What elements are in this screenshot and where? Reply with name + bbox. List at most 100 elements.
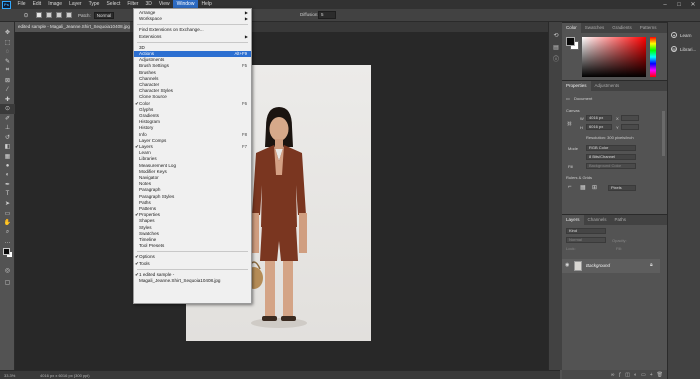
info-panel-icon[interactable]: ⓘ <box>552 56 560 64</box>
layer-row[interactable]: ◉ Background 🔒︎ <box>562 259 660 273</box>
rulers-grids-heading[interactable]: Rulers & Grids <box>566 175 592 180</box>
quick-mask-icon[interactable]: ◎ <box>0 266 15 276</box>
patch-tool-icon[interactable]: ⊙ <box>20 11 32 20</box>
document-info[interactable]: 4016 px x 6016 px (300 ppi) <box>40 373 90 378</box>
maximize-icon[interactable]: □ <box>672 0 686 9</box>
stamp-tool-icon[interactable]: ⊥ <box>0 123 15 133</box>
resolution-text: Resolution: 300 pixels/inch <box>586 135 634 140</box>
zoom-level[interactable]: 33.3% <box>4 373 15 378</box>
new-layer-icon[interactable]: + <box>650 372 653 378</box>
foreground-swatch[interactable] <box>566 37 575 46</box>
x-field[interactable] <box>621 115 639 121</box>
width-field[interactable]: 4016 px <box>586 115 612 121</box>
patch-mode-select[interactable]: Normal <box>93 11 114 19</box>
frame-tool-icon[interactable]: ⊠ <box>0 76 15 86</box>
pen-tool-icon[interactable]: ✒ <box>0 180 15 190</box>
delete-layer-icon[interactable]: 🗑︎ <box>657 372 663 378</box>
more-tools-icon[interactable]: … <box>0 237 15 247</box>
document-tab[interactable]: edited sample - Magali_Jeanne.Shirt_Sequ… <box>15 22 130 32</box>
ruler-icon[interactable]: ⌐ <box>568 184 572 190</box>
y-field[interactable] <box>621 124 639 130</box>
close-icon[interactable]: ✕ <box>686 0 700 9</box>
canvas-area[interactable] <box>15 32 560 370</box>
properties-scrollbar[interactable] <box>662 111 665 156</box>
window-menu-item-1-edited-sample-magali-jeanne-shirt-sequoia10408-jpg[interactable]: 1 edited sample - Magali_Jeanne.Shirt_Se… <box>134 272 251 283</box>
layer-filter-select[interactable]: Kind <box>566 228 606 234</box>
patch-tool-icon[interactable]: ⊙ <box>0 104 15 114</box>
menu-type[interactable]: Type <box>85 0 103 9</box>
gradient-tool-icon[interactable]: ▦ <box>0 152 15 162</box>
menu-file[interactable]: File <box>14 0 29 9</box>
menu-layer[interactable]: Layer <box>66 0 86 9</box>
height-field[interactable]: 6016 px <box>586 124 612 130</box>
tab-patterns[interactable]: Patterns <box>636 23 661 33</box>
menu-image[interactable]: Image <box>45 0 66 9</box>
intersect-selection-icon[interactable] <box>66 12 72 18</box>
layers-footer: ∞ ƒ ◫ ◐ ▭ + 🗑︎ <box>562 370 667 379</box>
canvas-heading[interactable]: Canvas <box>566 108 580 113</box>
dodge-tool-icon[interactable]: ◐ <box>0 171 15 181</box>
hue-slider[interactable] <box>650 37 656 77</box>
marquee-tool-icon[interactable]: ⬚ <box>0 38 15 48</box>
hand-tool-icon[interactable]: ✋ <box>0 218 15 228</box>
link-icon[interactable]: ⛓ <box>567 121 572 126</box>
crop-tool-icon[interactable]: ⌗ <box>0 66 15 76</box>
layer-name[interactable]: Background <box>586 263 610 268</box>
layer-comps-icon[interactable]: ▤ <box>552 44 560 52</box>
move-tool-icon[interactable]: ✥ <box>0 28 15 38</box>
tab-gradients[interactable]: Gradients <box>608 23 636 33</box>
layers-panel-tabs: Layers Channels Paths <box>562 215 667 225</box>
screen-mode-icon[interactable]: ▢ <box>0 278 15 288</box>
units-select[interactable]: Pixels <box>608 185 636 191</box>
lasso-tool-icon[interactable]: ◌ <box>0 47 15 57</box>
blur-tool-icon[interactable]: ● <box>0 161 15 171</box>
menu-item-label: Find Extensions on Exchange... <box>139 27 204 33</box>
menu-select[interactable]: Select <box>103 0 124 9</box>
window-menu-item-tools[interactable]: Tools ✔ <box>134 261 251 267</box>
tab-color[interactable]: Color <box>562 23 581 33</box>
rectangle-tool-icon[interactable]: ▭ <box>0 209 15 219</box>
add-selection-icon[interactable] <box>46 12 52 18</box>
quick-select-tool-icon[interactable]: ✎ <box>0 57 15 67</box>
photoshop-logo[interactable]: Ps <box>2 0 11 9</box>
history-panel-icon[interactable]: ⟲ <box>552 32 560 40</box>
new-group-icon[interactable]: ▭ <box>641 372 646 378</box>
libraries-panel-button[interactable]: ▤ Librari... <box>671 46 696 52</box>
brush-tool-icon[interactable]: ✐ <box>0 114 15 124</box>
tab-channels[interactable]: Channels <box>584 215 611 225</box>
history-brush-icon[interactable]: ↺ <box>0 133 15 143</box>
adjustment-layer-icon[interactable]: ◐ <box>634 372 637 378</box>
window-menu-item-workspace[interactable]: Workspace ▶ <box>134 16 251 22</box>
new-selection-icon[interactable] <box>36 12 42 18</box>
foreground-color-swatch[interactable] <box>3 248 10 255</box>
bit-depth-select[interactable]: 8 Bits/Channel <box>586 154 636 160</box>
tab-layers[interactable]: Layers <box>562 215 584 225</box>
link-layers-icon[interactable]: ∞ <box>611 372 615 378</box>
learn-panel-button[interactable]: ✦ Learn <box>671 32 692 38</box>
window-menu-item-tool-presets[interactable]: Tool Presets <box>134 243 251 249</box>
type-tool-icon[interactable]: T <box>0 190 15 200</box>
eyedropper-tool-icon[interactable]: ⁄ <box>0 85 15 95</box>
tab-adjustments[interactable]: Adjustments <box>591 81 624 91</box>
zoom-tool-icon[interactable]: ⌕ <box>0 228 15 238</box>
fill-select[interactable]: Background Color <box>586 163 636 169</box>
path-select-tool-icon[interactable]: ➤ <box>0 199 15 209</box>
mode-select[interactable]: RGB Color <box>586 145 636 151</box>
tab-properties[interactable]: Properties <box>562 81 591 91</box>
subtract-selection-icon[interactable] <box>56 12 62 18</box>
blend-mode-select[interactable]: Normal <box>566 237 606 243</box>
tab-paths[interactable]: Paths <box>611 215 631 225</box>
guides-icon[interactable]: ⊞ <box>592 184 597 191</box>
add-mask-icon[interactable]: ◫ <box>625 372 630 378</box>
eraser-tool-icon[interactable]: ◧ <box>0 142 15 152</box>
menu-edit[interactable]: Edit <box>29 0 45 9</box>
minimize-icon[interactable]: – <box>658 0 672 9</box>
tab-swatches[interactable]: Swatches <box>581 23 609 33</box>
window-menu-item-extensions[interactable]: Extensions ▶ <box>134 34 251 40</box>
healing-tool-icon[interactable]: ✚ <box>0 95 15 105</box>
fx-icon[interactable]: ƒ <box>618 372 621 378</box>
grid-icon[interactable]: ▦ <box>580 184 586 191</box>
color-picker-field[interactable] <box>582 37 646 77</box>
visibility-eye-icon[interactable]: ◉ <box>565 262 569 268</box>
diffusion-input[interactable]: 5 <box>318 11 336 19</box>
